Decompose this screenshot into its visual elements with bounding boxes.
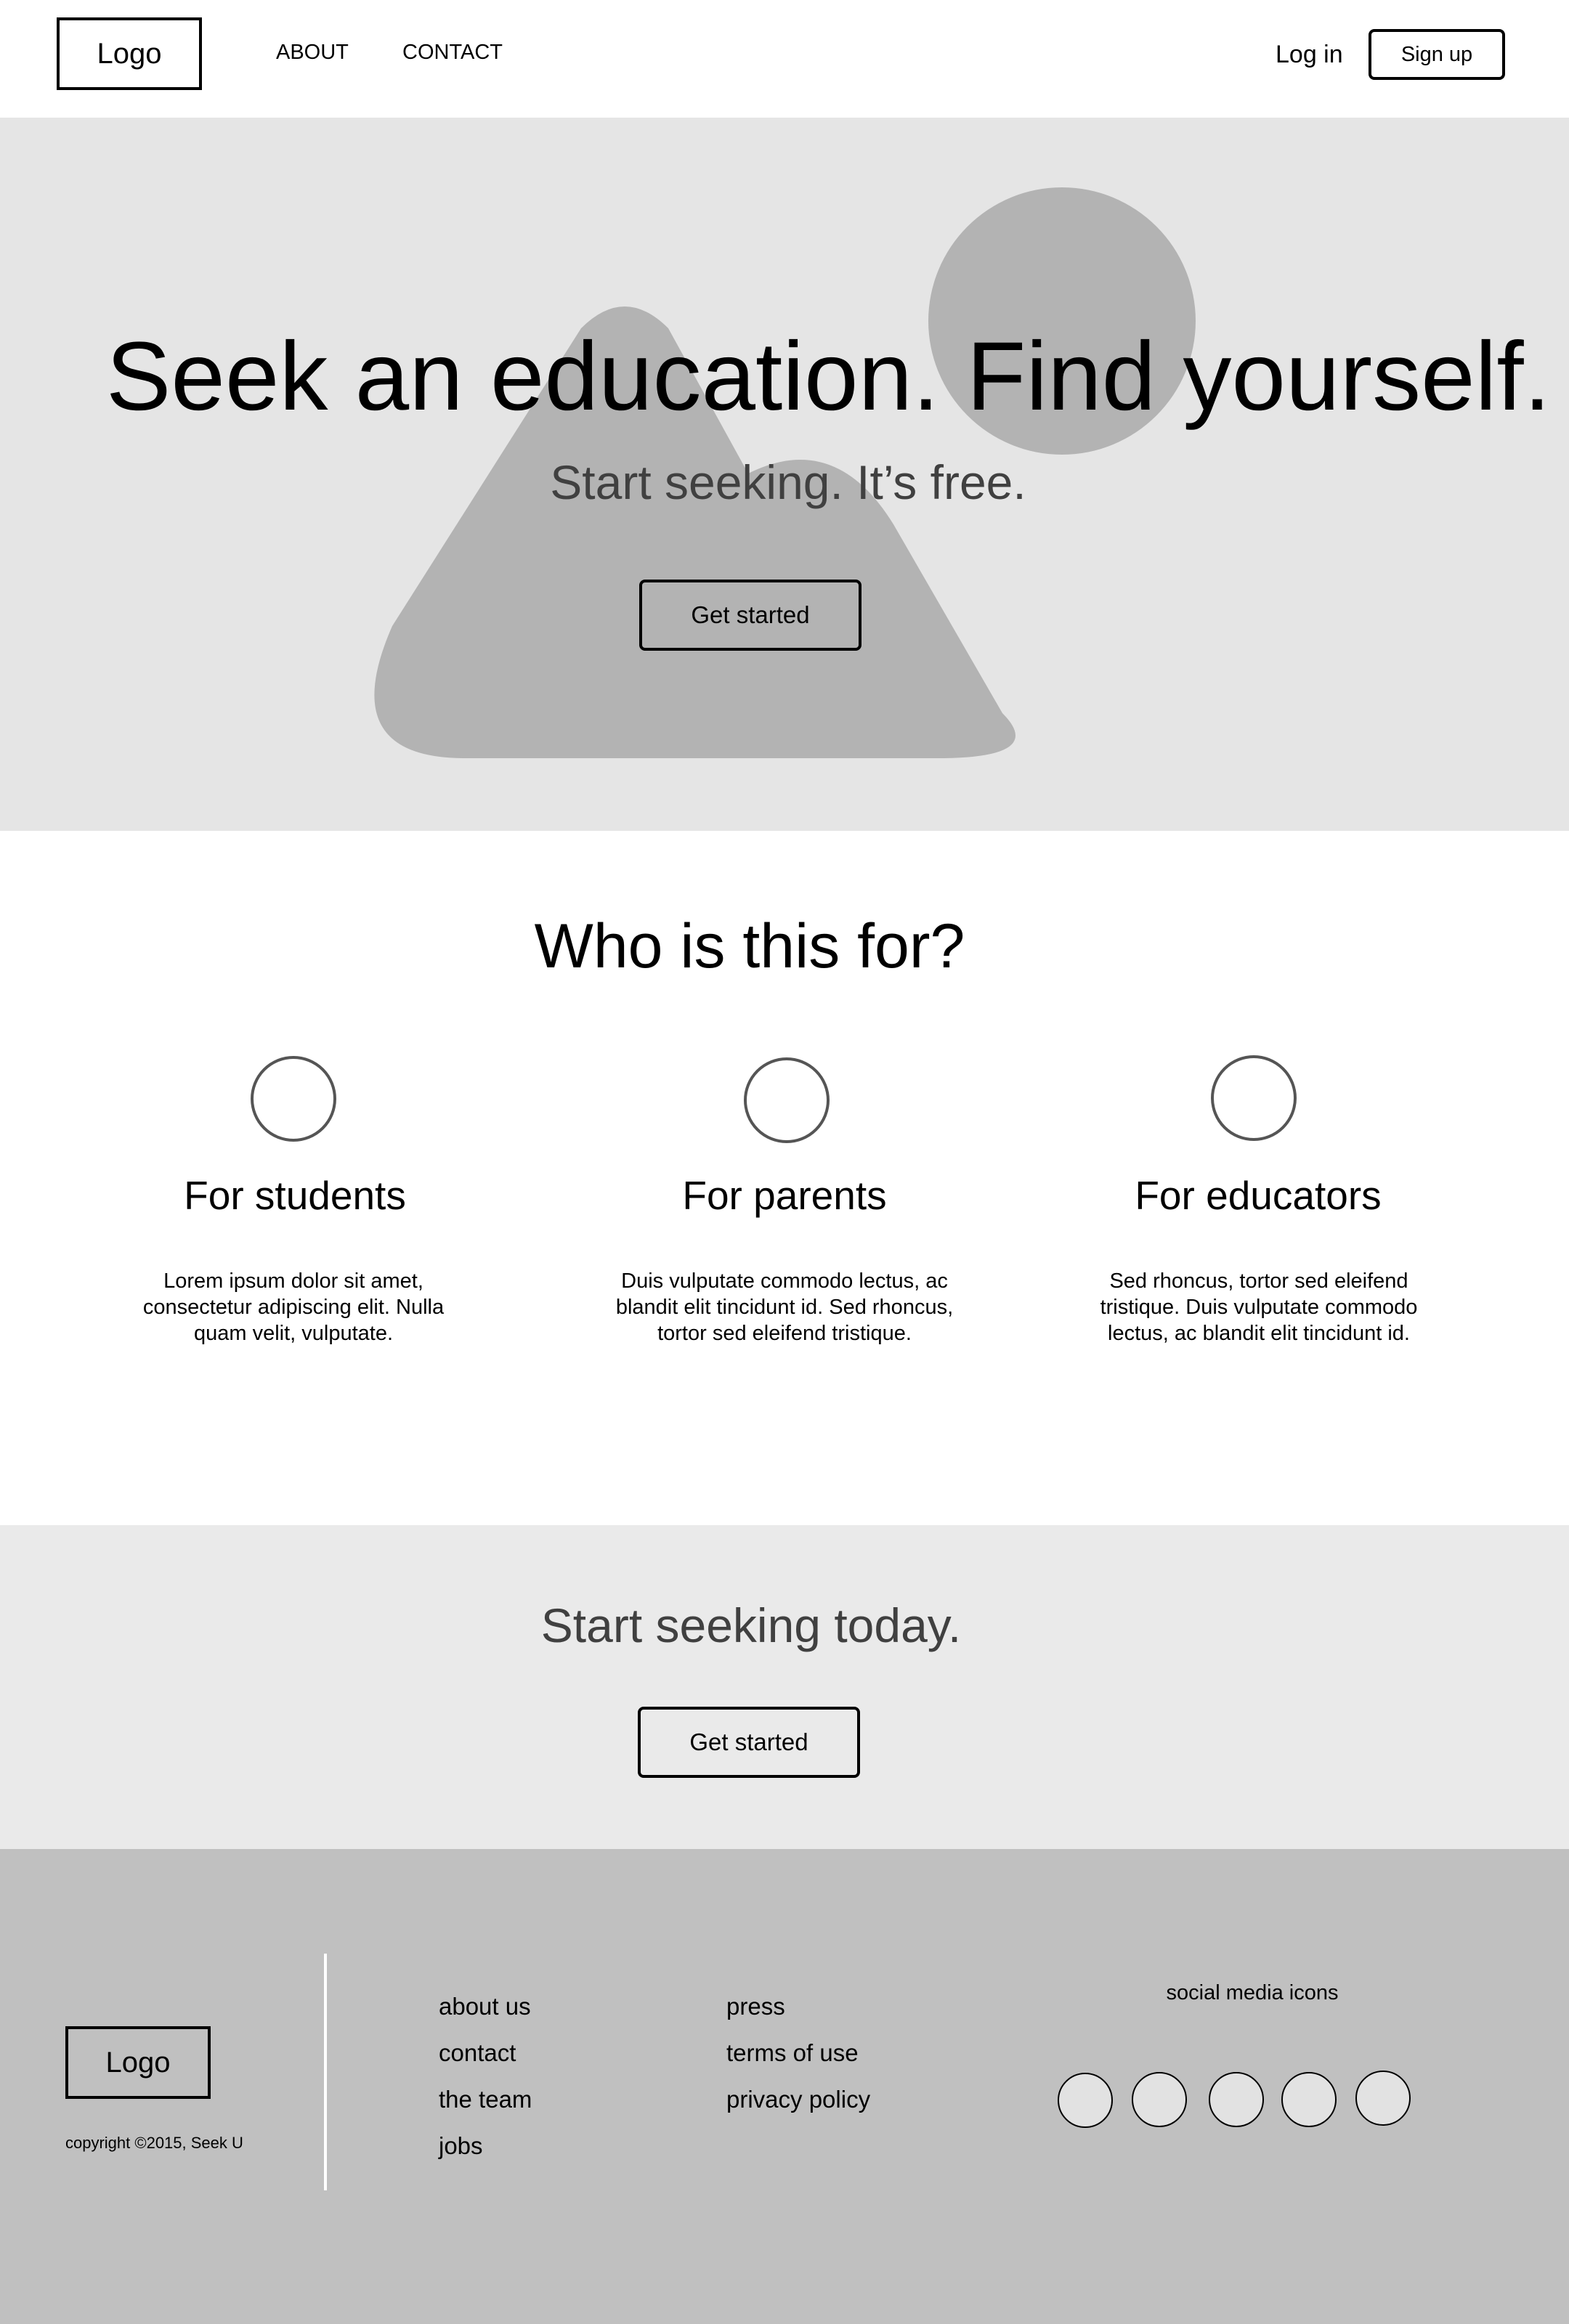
parents-description: Duis vulputate commodo lectus, ac blandi… — [615, 1269, 954, 1345]
cta-heading: Start seeking today. — [540, 1598, 962, 1652]
footer-link-contact[interactable]: contact — [439, 2039, 516, 2067]
login-link[interactable]: Log in — [1276, 41, 1343, 69]
hero-get-started-button[interactable]: Get started — [639, 580, 861, 651]
footer-link-about-us[interactable]: about us — [439, 1993, 531, 2020]
social-icon-5[interactable] — [1355, 2071, 1411, 2126]
footer-link-jobs[interactable]: jobs — [439, 2132, 483, 2160]
footer-logo[interactable]: Logo — [65, 2026, 211, 2099]
site-footer: Logo copyright ©2015, Seek U about us co… — [0, 1849, 1569, 2324]
cta-section: Start seeking today. Get started — [0, 1525, 1569, 1849]
parents-title: For parents — [682, 1173, 887, 1218]
nav-link-about[interactable]: ABOUT — [276, 41, 349, 65]
social-icon-2[interactable] — [1132, 2072, 1187, 2127]
hero-title: Seek an education. Find yourself. — [106, 322, 1551, 431]
parents-icon — [744, 1057, 830, 1143]
footer-link-the-team[interactable]: the team — [439, 2086, 532, 2113]
social-icon-3[interactable] — [1209, 2072, 1264, 2127]
footer-link-terms-of-use[interactable]: terms of use — [726, 2039, 859, 2067]
students-title: For students — [184, 1173, 406, 1218]
signup-button[interactable]: Sign up — [1369, 29, 1505, 80]
header-logo[interactable]: Logo — [57, 17, 202, 90]
cta-get-started-button[interactable]: Get started — [638, 1707, 860, 1778]
audience-section: Who is this for? For students Lorem ipsu… — [0, 831, 1569, 1525]
copyright-text: copyright ©2015, Seek U — [65, 2134, 243, 2152]
footer-link-privacy-policy[interactable]: privacy policy — [726, 2086, 870, 2113]
educators-icon — [1211, 1055, 1297, 1141]
hero-subtitle: Start seeking. It’s free. — [550, 455, 1026, 509]
educators-title: For educators — [1135, 1173, 1382, 1218]
footer-link-press[interactable]: press — [726, 1993, 785, 2020]
nav-link-contact[interactable]: CONTACT — [402, 41, 503, 65]
educators-description: Sed rhoncus, tortor sed eleifend tristiq… — [1100, 1269, 1418, 1345]
site-header: Logo ABOUT CONTACT Log in Sign up — [0, 0, 1569, 118]
social-icon-4[interactable] — [1281, 2072, 1337, 2127]
social-icon-1[interactable] — [1058, 2073, 1113, 2128]
audience-heading: Who is this for? — [534, 911, 965, 981]
students-icon — [251, 1056, 336, 1142]
hero-section: Seek an education. Find yourself. Start … — [0, 118, 1569, 831]
footer-divider — [324, 1954, 327, 2190]
students-description: Lorem ipsum dolor sit amet, consectetur … — [142, 1269, 445, 1345]
social-heading: social media icons — [1166, 1981, 1339, 2004]
